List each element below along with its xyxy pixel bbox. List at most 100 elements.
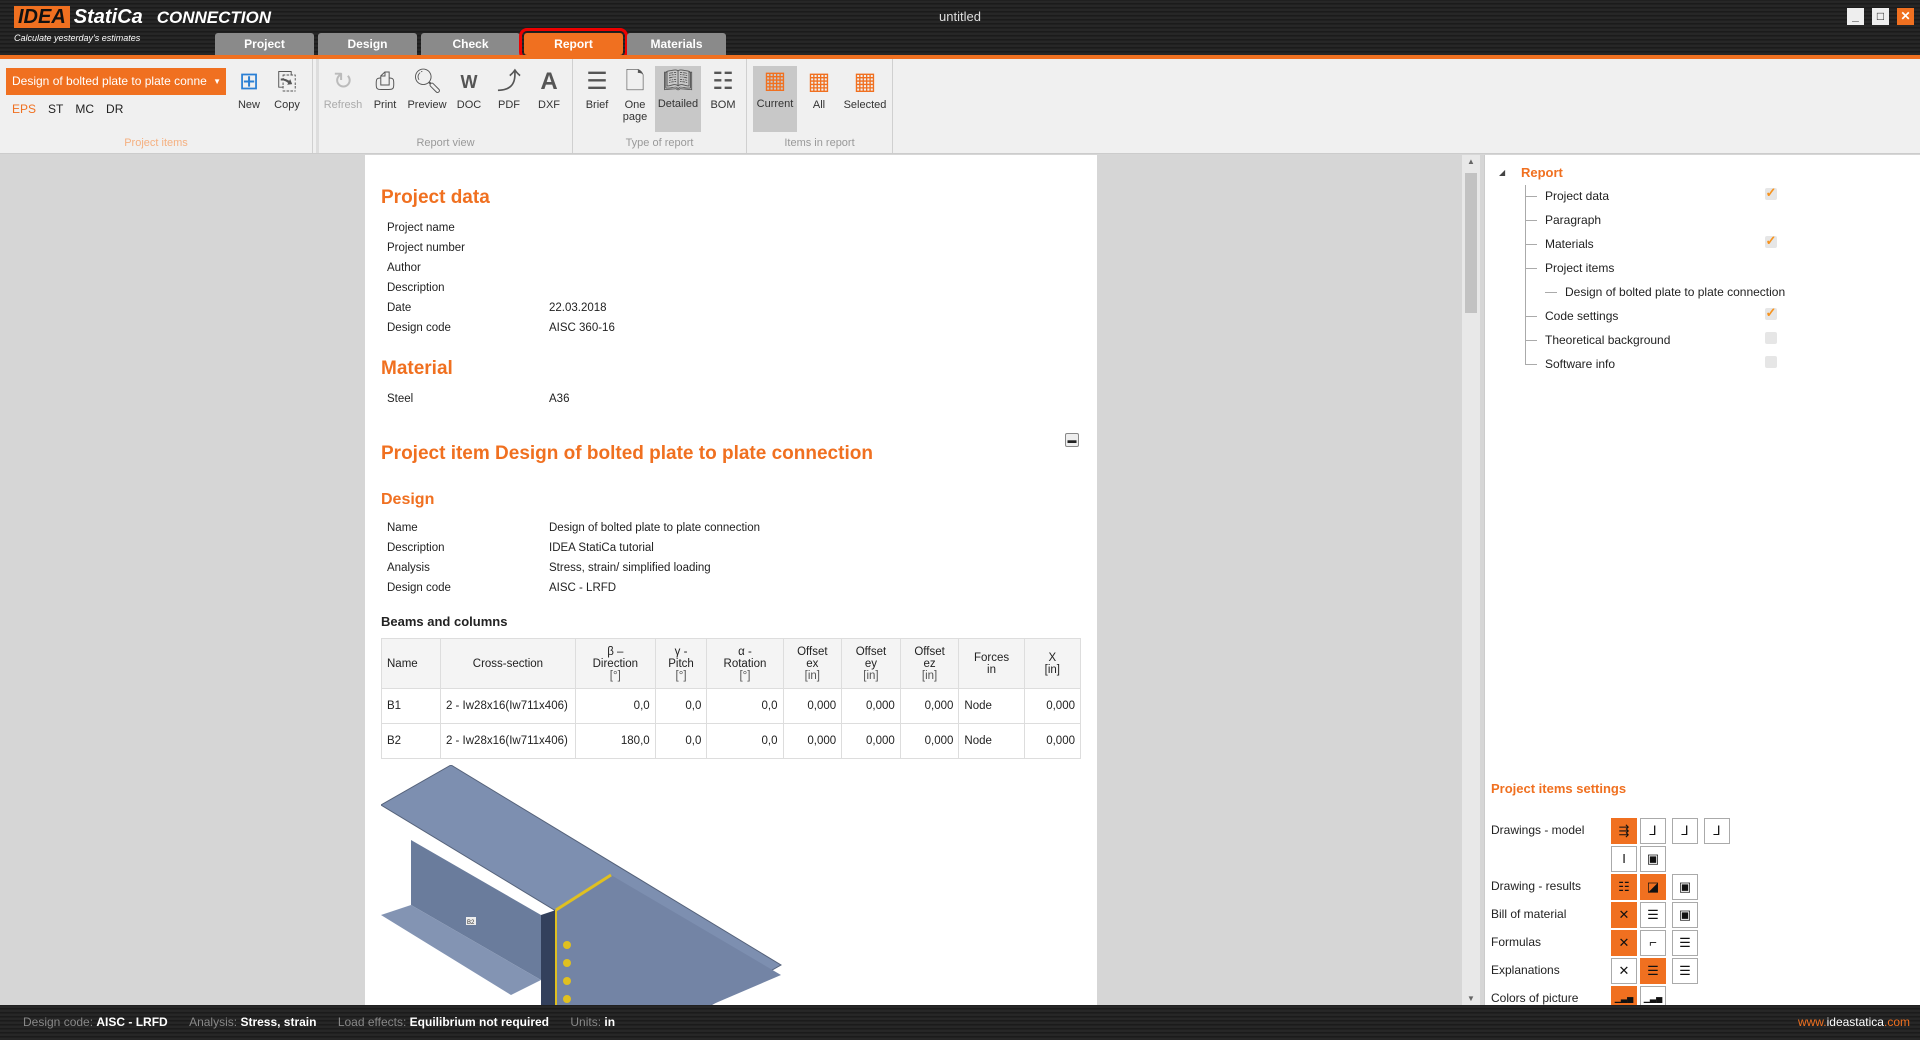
table-cell: 2 - Iw28x16(Iw711x406) <box>439 688 576 724</box>
new-button[interactable]: ⊞ New <box>229 67 269 111</box>
website-link[interactable]: www.ideastatica.com <box>1798 1005 1910 1040</box>
column-header: Offset ez [in] <box>899 638 960 689</box>
detailed-button[interactable]: 📖︎ Detailed <box>655 66 701 132</box>
connection-3d-model: B2 <box>381 765 782 1005</box>
table-cell: 0,000 <box>1023 688 1082 724</box>
column-header: α - Rotation [°] <box>706 638 784 689</box>
table-cell: 0,0 <box>654 723 708 759</box>
table-cell: Node <box>958 723 1025 759</box>
setting-option-icon[interactable]: ▣ <box>1672 902 1698 928</box>
print-button[interactable]: ⎙ Print <box>365 67 405 111</box>
tree-item[interactable]: Project data ✓ <box>1525 186 1777 203</box>
setting-option-icon[interactable]: ☰ <box>1640 902 1666 928</box>
report-page: Project data Project name Project number… <box>365 155 1097 1005</box>
setting-option-icon[interactable]: ⇶ <box>1611 818 1637 844</box>
tree-item[interactable]: Materials ✓ <box>1525 234 1777 251</box>
tree-checkbox[interactable]: ✓ <box>1765 234 1777 248</box>
setting-option-icon[interactable]: ✕ <box>1611 930 1637 956</box>
preview-icon: 🔍︎ <box>412 68 443 95</box>
column-header: Forces in <box>958 638 1025 689</box>
dxf-button[interactable]: A DXF <box>529 67 569 111</box>
preview-button[interactable]: 🔍︎ Preview <box>407 67 447 111</box>
tree-item[interactable]: Software info <box>1525 356 1777 371</box>
setting-option-icon[interactable]: ☰ <box>1640 958 1666 984</box>
copy-button[interactable]: ⎘ Copy <box>267 67 307 111</box>
tree-checkbox[interactable]: ✓ <box>1765 186 1777 200</box>
setting-option-icon[interactable]: ☰ <box>1672 930 1698 956</box>
table-cell: 0,0 <box>706 688 784 724</box>
copy-icon: ⎘ <box>277 68 297 95</box>
mode-st[interactable]: ST <box>48 102 63 116</box>
settings-row-label: Explanations <box>1491 963 1560 977</box>
tree-item[interactable]: Theoretical background <box>1525 332 1777 347</box>
minimize-button[interactable]: _ <box>1847 8 1864 25</box>
pdf-button[interactable]: ⤴ PDF <box>489 67 529 111</box>
setting-option-icon[interactable]: ▣ <box>1672 874 1698 900</box>
setting-option-icon[interactable]: I <box>1611 846 1637 872</box>
group-label: Type of report <box>625 137 694 149</box>
tree-checkbox[interactable] <box>1765 332 1777 344</box>
collapse-triangle-icon[interactable]: ◢ <box>1499 168 1505 177</box>
current-button[interactable]: ▦ Current <box>753 66 797 132</box>
doc-button[interactable]: W DOC <box>449 67 489 111</box>
group-type-of-report: ☰ Brief 🗋 One page 📖︎ Detailed ☷ BOM Type of … <box>573 59 747 153</box>
brief-button[interactable]: ☰ Brief <box>577 67 617 111</box>
refresh-button[interactable]: ↻ Refresh <box>323 67 363 111</box>
setting-option-icon[interactable]: ☰ <box>1672 958 1698 984</box>
status-units: in <box>604 1015 616 1029</box>
setting-option-icon[interactable]: ⅃ <box>1704 818 1730 844</box>
mode-eps[interactable]: EPS <box>12 102 36 116</box>
tree-root-report[interactable]: Report <box>1521 165 1563 180</box>
tree-checkbox[interactable]: ✓ <box>1765 306 1777 320</box>
setting-option-icon[interactable]: ⅃ <box>1640 818 1666 844</box>
project-item-heading: Project item Design of bolted plate to p… <box>381 443 873 464</box>
column-header: Offset ey [in] <box>841 638 901 689</box>
vertical-scrollbar[interactable]: ▲ ▼ <box>1462 155 1480 1005</box>
collapse-icon[interactable]: ▬ <box>1065 433 1079 447</box>
setting-option-icon[interactable]: ⌐ <box>1640 930 1666 956</box>
status-label: Load effects: <box>337 1015 407 1029</box>
column-header: X [in] <box>1023 638 1082 689</box>
setting-option-icon[interactable]: ☷ <box>1611 874 1637 900</box>
table-cell: 180,0 <box>574 723 656 759</box>
mode-mc[interactable]: MC <box>75 102 94 116</box>
project-item-select[interactable]: Design of bolted plate to plate conne ▼ <box>6 68 226 95</box>
tab-materials[interactable]: Materials <box>627 33 726 55</box>
table-cell: 0,000 <box>1023 723 1082 759</box>
kv-row: Date 22.03.2018 <box>387 302 607 314</box>
tab-project[interactable]: Project <box>215 33 314 55</box>
status-label: Units: <box>570 1015 602 1029</box>
one-page-button[interactable]: 🗋 One page <box>615 67 655 123</box>
tree-item[interactable]: Project items <box>1525 261 1614 275</box>
setting-option-icon[interactable]: ⅃ <box>1672 818 1698 844</box>
tree-item[interactable]: Paragraph <box>1525 213 1601 227</box>
all-button[interactable]: ▦ All <box>799 67 839 111</box>
maximize-button[interactable]: □ <box>1872 8 1889 25</box>
beams-table: Name Cross-section β – Direction [°] γ - Pitch… <box>381 638 1082 759</box>
tree-item[interactable]: Code settings ✓ <box>1525 306 1777 323</box>
design-heading: Design <box>381 491 435 508</box>
setting-option-icon[interactable]: ▣ <box>1640 846 1666 872</box>
status-analysis: Stress, strain <box>240 1015 317 1029</box>
setting-option-icon[interactable]: ◪ <box>1640 874 1666 900</box>
tab-check[interactable]: Check <box>421 33 520 55</box>
tagline: Calculate yesterday's estimates <box>14 33 141 43</box>
table-row: B1 2 - Iw28x16(Iw711x406) 0,0 0,0 0,0 0,000 0,… <box>381 688 1082 724</box>
printer-icon: ⎙ <box>375 68 395 95</box>
table-cell: 0,0 <box>654 688 708 724</box>
setting-option-icon[interactable]: ✕ <box>1611 902 1637 928</box>
setting-option-icon[interactable]: ✕ <box>1611 958 1637 984</box>
bom-button[interactable]: ☷ BOM <box>703 67 743 111</box>
kv-row: Design code AISC 360-16 <box>387 322 615 334</box>
kv-row: Name Design of bolted plate to plate conn… <box>387 522 760 534</box>
column-header: Offset ex [in] <box>782 638 843 689</box>
tab-report[interactable]: Report <box>519 28 628 60</box>
mode-dr[interactable]: DR <box>106 102 123 116</box>
tree-item[interactable]: Design of bolted plate to plate connecti… <box>1545 285 1785 299</box>
table-cell: 0,0 <box>574 688 656 724</box>
close-button[interactable]: ✕ <box>1897 8 1914 25</box>
tree-checkbox[interactable] <box>1765 356 1777 368</box>
tab-design[interactable]: Design <box>318 33 417 55</box>
grid-selected-icon: ▦ <box>853 68 877 95</box>
selected-button[interactable]: ▦ Selected <box>841 67 889 111</box>
